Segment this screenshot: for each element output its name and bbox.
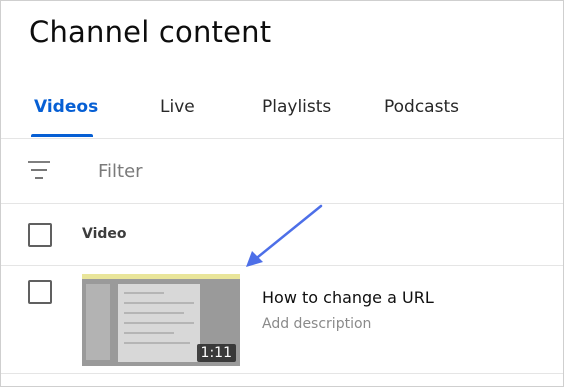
video-thumbnail[interactable]: 1:11	[82, 274, 240, 366]
channel-content-panel: Channel content Videos Live Playlists Po…	[0, 0, 564, 387]
row-checkbox[interactable]	[28, 280, 52, 304]
thumbnail-panel	[118, 284, 200, 362]
filter-icon[interactable]	[27, 159, 51, 181]
tab-podcasts[interactable]: Podcasts	[384, 97, 459, 117]
thumbnail-sidebar	[86, 284, 110, 360]
tab-playlists[interactable]: Playlists	[262, 97, 331, 117]
add-description-link[interactable]: Add description	[262, 316, 371, 332]
column-header-video: Video	[82, 226, 127, 242]
thumbnail-topbar	[82, 274, 240, 279]
filter-input[interactable]: Filter	[98, 161, 143, 182]
tab-videos[interactable]: Videos	[34, 97, 98, 117]
video-title[interactable]: How to change a URL	[262, 288, 434, 307]
page-title: Channel content	[29, 15, 272, 49]
row-divider	[1, 373, 563, 374]
content-tabs: Videos Live Playlists Podcasts	[1, 83, 563, 137]
tab-live[interactable]: Live	[160, 97, 195, 117]
video-duration: 1:11	[196, 344, 236, 362]
select-all-checkbox[interactable]	[28, 223, 52, 247]
annotation-arrow-icon	[246, 204, 323, 267]
tabs-divider	[1, 138, 563, 139]
active-tab-indicator	[31, 134, 93, 137]
